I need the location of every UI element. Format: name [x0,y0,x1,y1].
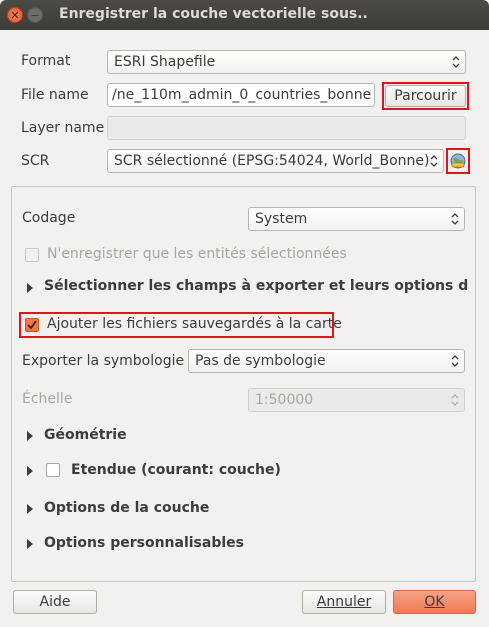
minimize-icon[interactable]: − [27,7,43,23]
extent-section-header[interactable]: Etendue (courant: couche) [71,462,281,478]
encoding-label: Codage [22,210,76,226]
crs-combo[interactable]: SCR sélectionné (EPSG:54024, World_Bonne… [107,149,444,173]
expand-arrow-icon[interactable] [27,431,33,441]
combo-arrows-icon [429,150,439,172]
format-label: Format [21,53,71,69]
help-button[interactable]: Aide [13,590,97,614]
cancel-button[interactable]: Annuler [302,590,386,614]
crs-selector-icon[interactable] [449,152,467,170]
geometry-section-header[interactable]: Géométrie [44,427,127,443]
filename-label: File name [21,87,89,103]
format-combo[interactable]: ESRI Shapefile [107,50,466,74]
crs-label: SCR [21,153,50,169]
crs-value: SCR sélectionné (EPSG:54024, World_Bonne… [114,153,430,169]
symbology-value: Pas de symbologie [195,353,326,369]
expand-arrow-icon[interactable] [27,539,33,549]
ok-button[interactable]: OK [393,590,476,614]
selected-only-checkbox [25,248,39,262]
filename-value: /ne_110m_admin_0_countries_bonne [112,87,372,103]
encoding-value: System [255,211,308,227]
extent-checkbox[interactable] [46,463,60,477]
window-title: Enregistrer la couche vectorielle sous.. [59,6,368,22]
expand-arrow-icon[interactable] [27,504,33,514]
scale-label: Échelle [22,391,73,407]
cancel-label: Annuler [316,594,372,610]
fields-section-header[interactable]: Sélectionner les champs à exporter et le… [44,278,468,294]
filename-input[interactable]: /ne_110m_admin_0_countries_bonne [107,83,375,107]
combo-arrows-icon [450,350,460,372]
selected-only-label: N'enregistrer que les entités sélectionn… [47,246,347,262]
custom-options-section-header[interactable]: Options personnalisables [44,535,244,551]
symbology-label: Exporter la symbologie [22,353,185,369]
expand-arrow-icon[interactable] [27,283,33,293]
expand-arrow-icon[interactable] [27,466,33,476]
combo-arrows-icon [451,51,461,73]
scale-spinbox: 1:50000 [248,388,465,412]
browse-button[interactable]: Parcourir [385,85,466,107]
add-to-map-label: Ajouter les fichiers sauvegardés à la ca… [47,316,342,332]
add-to-map-checkbox[interactable] [25,318,39,332]
format-value: ESRI Shapefile [114,54,216,70]
layer-options-section-header[interactable]: Options de la couche [44,500,209,516]
combo-arrows-icon [450,208,460,230]
encoding-combo[interactable]: System [248,207,465,231]
scale-value: 1:50000 [255,392,314,408]
ok-label: OK [424,594,445,610]
help-label: Aide [39,594,71,610]
title-bar: ✕ − Enregistrer la couche vectorielle so… [0,0,489,30]
layername-input [107,116,466,140]
checkmark-icon [27,320,37,330]
spin-arrows-icon [450,389,460,411]
close-icon[interactable]: ✕ [7,7,23,23]
symbology-combo[interactable]: Pas de symbologie [188,349,465,373]
layername-label: Layer name [21,120,105,136]
